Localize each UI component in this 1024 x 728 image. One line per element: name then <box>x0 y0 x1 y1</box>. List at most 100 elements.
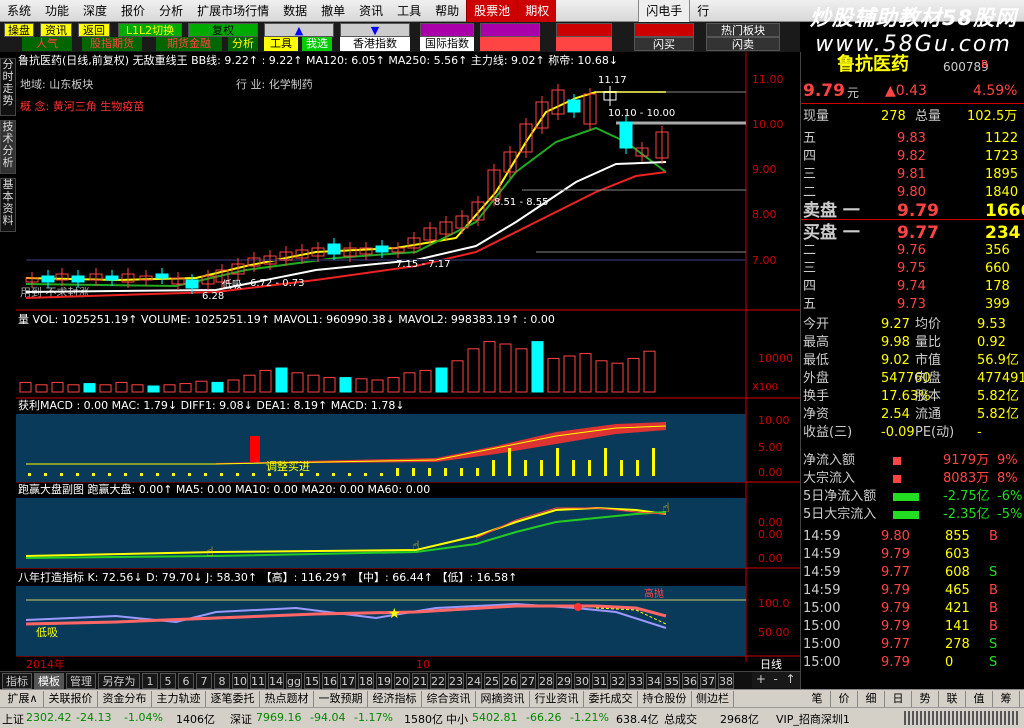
bottom-tab-20[interactable]: 22 <box>430 673 446 689</box>
tb-hk-index[interactable]: 香港指数 <box>340 37 410 51</box>
flash-trader-button[interactable]: 闪电手 <box>638 0 691 23</box>
bottom-tab-25[interactable]: 27 <box>520 673 536 689</box>
right-func-1[interactable]: 价 <box>831 691 858 707</box>
bottom-tab-30[interactable]: 32 <box>610 673 626 689</box>
tb-hot-sectors[interactable]: 热门板块 <box>706 23 780 37</box>
bottom-tab-31[interactable]: 33 <box>628 673 644 689</box>
func-10[interactable]: 行业资讯 <box>530 691 584 707</box>
right-func-4[interactable]: 势 <box>912 691 939 707</box>
right-func-7[interactable]: 筹 <box>993 691 1020 707</box>
menu-item[interactable]: 撤单 <box>314 0 352 22</box>
bottom-tab-12[interactable]: gg <box>286 673 302 689</box>
func-12[interactable]: 持仓股份 <box>638 691 692 707</box>
bottom-tab-16[interactable]: 18 <box>358 673 374 689</box>
kline-chart-svg[interactable]: 鲁抗医药(日线,前复权) 无敌重线王 BB线: 9.22↑ : 9.22↑ MA… <box>16 52 800 672</box>
bottom-tab-34[interactable]: 36 <box>682 673 698 689</box>
menu-item[interactable]: 行 <box>690 0 716 22</box>
bottom-tab-36[interactable]: 38 <box>718 673 734 689</box>
stock-pool-button[interactable]: 股票池 <box>466 0 519 23</box>
tb-futures[interactable]: 股指期货 <box>82 37 142 51</box>
func-2[interactable]: 资金分布 <box>98 691 152 707</box>
bottom-tab-35[interactable]: 37 <box>700 673 716 689</box>
bottom-tab-33[interactable]: 35 <box>664 673 680 689</box>
menu-item[interactable]: 分析 <box>152 0 190 22</box>
tb-down-icon[interactable]: ▼ <box>340 23 410 37</box>
func-11[interactable]: 委托成交 <box>584 691 638 707</box>
bottom-tab-9[interactable]: 10 <box>232 673 248 689</box>
func-7[interactable]: 经济指标 <box>368 691 422 707</box>
tb-tools[interactable]: 工具 <box>264 37 298 51</box>
func-4[interactable]: 逐笔委托 <box>206 691 260 707</box>
side-tab-fundamental[interactable]: 基本资料 <box>0 178 16 232</box>
bottom-tab-10[interactable]: 11 <box>250 673 266 689</box>
menu-item[interactable]: 工具 <box>390 0 428 22</box>
func-0[interactable]: 扩展∧ <box>2 691 44 707</box>
tb-btn[interactable] <box>420 23 474 37</box>
tb-back[interactable]: 返回 <box>78 23 110 37</box>
tb-btn[interactable] <box>634 23 694 37</box>
bottom-tab-11[interactable]: 14 <box>268 673 284 689</box>
bottom-tab-15[interactable]: 17 <box>340 673 356 689</box>
tb-btn[interactable] <box>556 23 612 37</box>
func-5[interactable]: 热点题材 <box>260 691 314 707</box>
period-label[interactable]: 日线 <box>760 657 782 671</box>
menu-item[interactable]: 资讯 <box>352 0 390 22</box>
bottom-tab-8[interactable]: 8 <box>214 673 230 689</box>
tb-analysis[interactable]: 分析 <box>228 37 258 51</box>
right-func-5[interactable]: 联 <box>939 691 966 707</box>
tb-caopan[interactable]: 操盘 <box>4 23 34 37</box>
menu-item[interactable]: 数据 <box>276 0 314 22</box>
bottom-tab-4[interactable]: 1 <box>142 673 158 689</box>
bottom-tab-26[interactable]: 28 <box>538 673 554 689</box>
bottom-tab-0[interactable]: 指标 <box>2 673 32 689</box>
menu-item[interactable]: 报价 <box>114 0 152 22</box>
tb-flash-sell[interactable]: 闪卖 <box>706 37 780 51</box>
menu-item[interactable]: 扩展市场行情 <box>190 0 276 22</box>
tb-btn[interactable] <box>480 23 540 37</box>
tb-btn[interactable] <box>480 37 540 51</box>
bottom-tab-2[interactable]: 管理 <box>66 673 96 689</box>
bottom-tab-29[interactable]: 31 <box>592 673 608 689</box>
options-button[interactable]: 期权 <box>518 0 557 22</box>
func-1[interactable]: 关联报价 <box>44 691 98 707</box>
bottom-tab-14[interactable]: 16 <box>322 673 338 689</box>
bottom-tab-7[interactable]: 7 <box>196 673 212 689</box>
bottom-tab-22[interactable]: 24 <box>466 673 482 689</box>
bottom-tab-18[interactable]: 20 <box>394 673 410 689</box>
menu-item[interactable]: 深度 <box>76 0 114 22</box>
bottom-tab-13[interactable]: 15 <box>304 673 320 689</box>
bottom-tab-23[interactable]: 25 <box>484 673 500 689</box>
func-8[interactable]: 综合资讯 <box>422 691 476 707</box>
bottom-tab-24[interactable]: 26 <box>502 673 518 689</box>
func-6[interactable]: 一致预期 <box>314 691 368 707</box>
tb-finance[interactable]: 期货金融 <box>156 37 222 51</box>
bottom-tab-1[interactable]: 模板 <box>34 673 64 689</box>
bottom-tab-19[interactable]: 21 <box>412 673 428 689</box>
zoom-controls[interactable]: + - ↑ <box>752 672 800 688</box>
tb-zixun[interactable]: 资讯 <box>40 23 72 37</box>
side-tab-technical[interactable]: 技术分析 <box>0 120 16 174</box>
tb-intl-index[interactable]: 国际指数 <box>420 37 474 51</box>
tb-fuquan[interactable]: 复权 <box>188 23 258 37</box>
tb-l1l2[interactable]: L1L2切换 <box>118 23 182 37</box>
menu-item[interactable]: 帮助 <box>428 0 466 22</box>
tb-myselect[interactable]: 我选 <box>302 37 332 51</box>
right-func-3[interactable]: 日 <box>885 691 912 707</box>
right-func-2[interactable]: 细 <box>858 691 885 707</box>
chart-area[interactable]: 鲁抗医药(日线,前复权) 无敌重线王 BB线: 9.22↑ : 9.22↑ MA… <box>16 52 800 692</box>
bottom-tab-17[interactable]: 19 <box>376 673 392 689</box>
tb-renqi[interactable]: 人气 <box>22 37 72 51</box>
func-3[interactable]: 主力轨迹 <box>152 691 206 707</box>
func-13[interactable]: 侧边栏 <box>692 691 734 707</box>
bottom-tab-21[interactable]: 23 <box>448 673 464 689</box>
bottom-tab-28[interactable]: 30 <box>574 673 590 689</box>
menu-item[interactable]: 系统 <box>0 0 38 22</box>
bottom-tab-6[interactable]: 6 <box>178 673 194 689</box>
right-func-6[interactable]: 值 <box>966 691 993 707</box>
tb-up-icon[interactable]: ▲ <box>264 23 334 37</box>
bottom-tab-32[interactable]: 34 <box>646 673 662 689</box>
menu-item[interactable]: 功能 <box>38 0 76 22</box>
func-9[interactable]: 网摘资讯 <box>476 691 530 707</box>
bottom-tab-27[interactable]: 29 <box>556 673 572 689</box>
tb-btn[interactable] <box>556 37 612 51</box>
